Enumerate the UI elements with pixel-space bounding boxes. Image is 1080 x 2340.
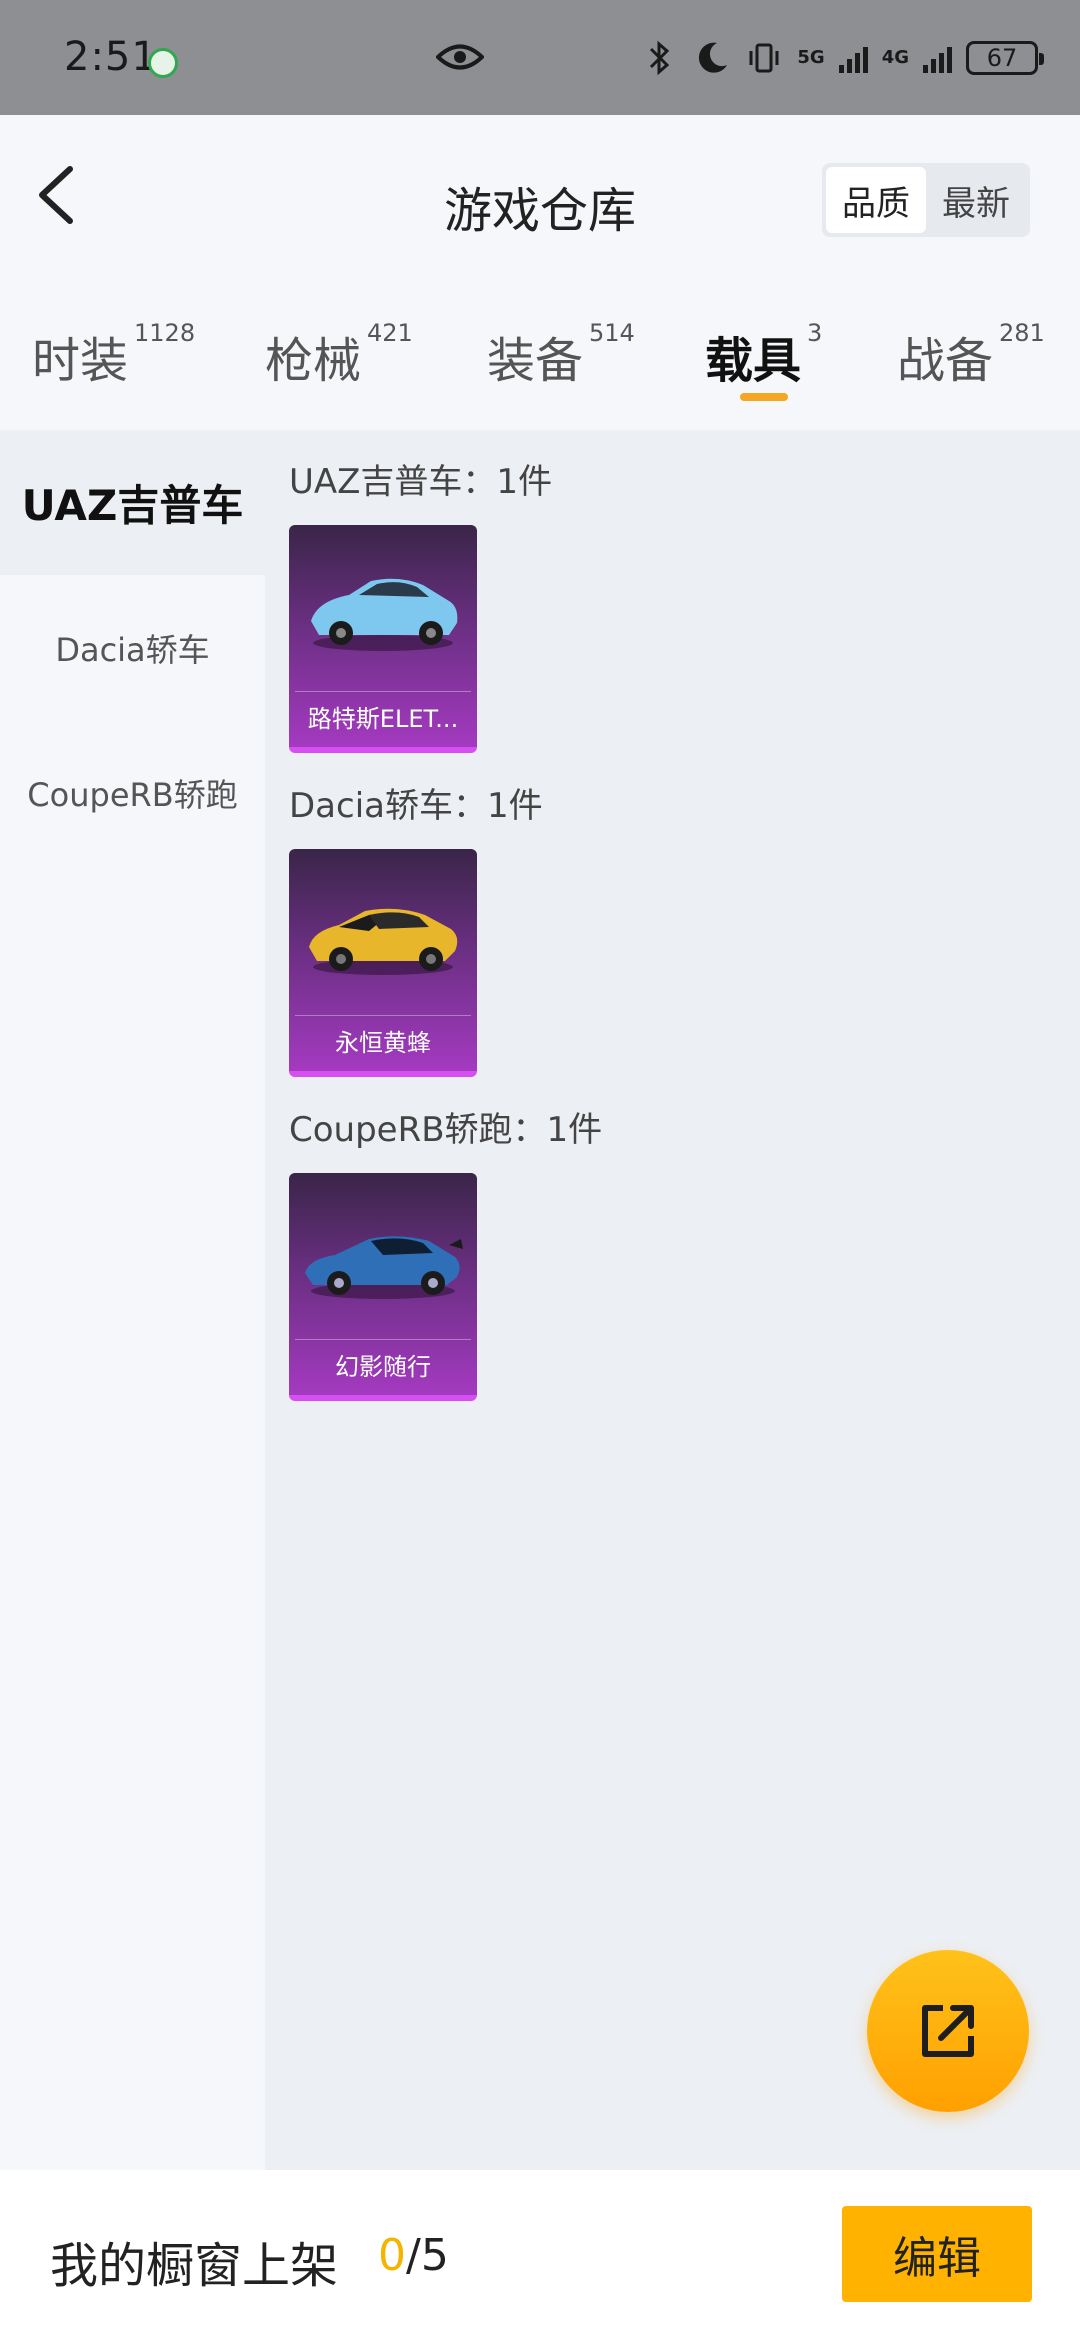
- showcase-count-total: /5: [406, 2230, 449, 2281]
- tab-label: 枪械: [265, 333, 362, 389]
- group-label-dacia: Dacia轿车：1件: [289, 786, 543, 826]
- tab-count: 3: [807, 319, 823, 347]
- tab-count: 421: [367, 319, 413, 347]
- tab-equipment[interactable]: 装备 514: [487, 319, 635, 391]
- status-bar: 2:51 5G 4G 67: [0, 0, 1080, 115]
- signal-bars-icon: [838, 43, 868, 73]
- item-list: UAZ吉普车：1件 路特斯ELET... Dacia轿车：1件 永恒黄蜂 Cou…: [265, 430, 1080, 2170]
- edit-button[interactable]: 编辑: [842, 2206, 1032, 2302]
- sidebar: UAZ吉普车 Dacia轿车 CoupeRB轿跑: [0, 430, 265, 2170]
- battery-icon: 67: [966, 41, 1044, 75]
- wechat-icon: [148, 48, 178, 78]
- battery-level: 67: [986, 44, 1018, 72]
- tab-label: 战备: [897, 333, 994, 389]
- signal-bars-icon: [923, 43, 952, 73]
- car-image: [311, 578, 458, 651]
- vibrate-icon: [749, 43, 779, 73]
- item-name: 路特斯ELET...: [307, 705, 459, 733]
- sort-quality-button[interactable]: 品质: [826, 167, 926, 233]
- network-5g-label: 5G: [797, 47, 825, 68]
- status-icons: 5G 4G 67: [641, 36, 1044, 80]
- tab-weapons[interactable]: 枪械 421: [265, 319, 413, 391]
- item-name: 永恒黄蜂: [335, 1029, 431, 1057]
- status-time: 2:51: [64, 34, 158, 80]
- tab-combat-gear[interactable]: 战备 281: [897, 319, 1045, 391]
- bluetooth-icon: [650, 40, 670, 76]
- tab-label: 载具: [705, 333, 802, 389]
- car-image: [305, 1236, 463, 1299]
- item-card[interactable]: 永恒黄蜂: [289, 849, 477, 1077]
- group-label-uaz: UAZ吉普车：1件: [289, 462, 553, 502]
- tab-label: 装备: [487, 333, 584, 389]
- header: 游戏仓库 品质 最新: [0, 115, 1080, 285]
- sidebar-item-dacia[interactable]: Dacia轿车: [0, 575, 265, 720]
- car-image: [309, 908, 458, 975]
- moon-icon: [699, 42, 728, 73]
- sidebar-item-couperb[interactable]: CoupeRB轿跑: [0, 720, 265, 865]
- network-4g-label: 4G: [881, 47, 909, 68]
- tab-count: 281: [999, 319, 1045, 347]
- showcase-count-current: 0: [378, 2230, 406, 2281]
- item-card[interactable]: 路特斯ELET...: [289, 525, 477, 753]
- share-button[interactable]: [867, 1950, 1029, 2112]
- item-card[interactable]: 幻影随行: [289, 1173, 477, 1401]
- bottom-bar: 我的橱窗上架 0/5 编辑: [0, 2170, 1080, 2340]
- tab-fashion[interactable]: 时装 1128: [32, 319, 196, 391]
- group-label-couperb: CoupeRB轿跑：1件: [289, 1110, 603, 1150]
- category-tabs: 时装 1128 枪械 421 装备 514 载具 3 战备 281: [0, 285, 1080, 430]
- tab-label: 时装: [32, 333, 129, 389]
- tab-count: 514: [589, 319, 635, 347]
- showcase-count: 0/5: [378, 2230, 449, 2281]
- showcase-label: 我的橱窗上架: [50, 2238, 339, 2294]
- sort-newest-button[interactable]: 最新: [926, 167, 1026, 233]
- sort-switch: 品质 最新: [822, 163, 1030, 237]
- tab-vehicles[interactable]: 载具 3: [705, 319, 823, 391]
- share-external-icon: [922, 2005, 974, 2057]
- tab-count: 1128: [134, 319, 196, 347]
- eye-icon: [436, 44, 484, 70]
- item-name: 幻影随行: [335, 1353, 431, 1381]
- active-tab-indicator: [740, 393, 788, 401]
- sidebar-item-uaz[interactable]: UAZ吉普车: [0, 430, 265, 575]
